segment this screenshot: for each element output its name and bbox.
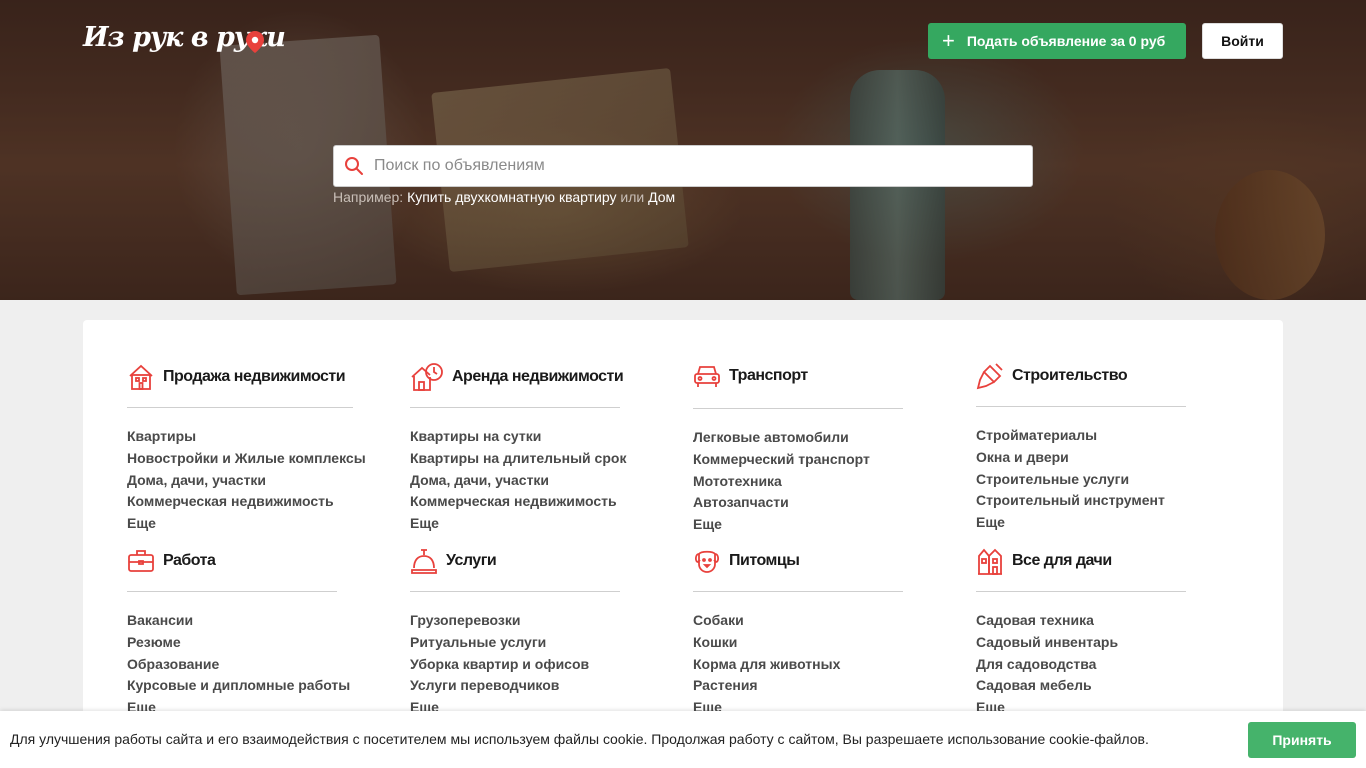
bell-service-icon [411,549,437,574]
category-link[interactable]: Садовый инвентарь [976,632,1216,654]
country-house-icon [978,548,1002,575]
category-real-estate-rent: Аренда недвижимости Квартиры на сутки Кв… [410,361,650,535]
category-link[interactable]: Автозапчасти [693,492,933,514]
divider [127,591,337,592]
category-link[interactable]: Коммерческая недвижимость [410,491,650,513]
location-pin-icon[interactable] [246,31,264,53]
category-link[interactable]: Образование [127,654,367,676]
category-link[interactable]: Уборка квартир и офисов [410,654,650,676]
category-link[interactable]: Дома, дачи, участки [410,470,650,492]
category-link[interactable]: Резюме [127,632,367,654]
category-link[interactable]: Строительный инструмент [976,490,1216,512]
category-services: Услуги Грузоперевозки Ритуальные услуги … [410,545,650,719]
category-link[interactable]: Корма для животных [693,654,933,676]
divider [127,407,353,408]
example-link-apartment[interactable]: Купить двухкомнатную квартиру [407,189,616,205]
search-icon [334,156,374,176]
briefcase-icon [128,550,154,572]
category-title[interactable]: Все для дачи [1012,552,1112,570]
category-dacha: Все для дачи Садовая техника Садовый инв… [976,545,1216,719]
category-link[interactable]: Квартиры на сутки [410,426,650,448]
category-link[interactable]: Вакансии [127,610,367,632]
category-work: Работа Вакансии Резюме Образование Курсо… [127,545,367,719]
category-link[interactable]: Мототехника [693,471,933,493]
rent-house-icon [411,363,443,391]
category-link[interactable]: Собаки [693,610,933,632]
category-title[interactable]: Транспорт [729,367,808,385]
more-link[interactable]: Еще [693,514,933,536]
example-link-house[interactable]: Дом [648,189,675,205]
plus-icon: + [942,28,955,53]
category-link[interactable]: Садовая техника [976,610,1216,632]
category-link[interactable]: Квартиры на длительный срок [410,448,650,470]
divider [410,591,620,592]
category-link[interactable]: Грузоперевозки [410,610,650,632]
category-link[interactable]: Услуги переводчиков [410,675,650,697]
category-title[interactable]: Услуги [446,552,497,570]
category-link[interactable]: Садовая мебель [976,675,1216,697]
category-link[interactable]: Квартиры [127,426,367,448]
search-example: Например: Купить двухкомнатную квартиру … [333,189,676,205]
category-link[interactable]: Новостройки и Жилые комплексы [127,448,367,470]
login-button[interactable]: Войти [1202,23,1283,59]
category-link[interactable]: Стройматериалы [976,425,1216,447]
category-construction: Строительство Стройматериалы Окна и двер… [976,360,1216,534]
categories-card: Продажа недвижимости Квартиры Новостройк… [83,320,1283,768]
search-box[interactable] [333,145,1033,187]
category-title[interactable]: Строительство [1012,367,1128,385]
post-ad-button[interactable]: + Подать объявление за 0 руб [928,23,1186,59]
category-link[interactable]: Коммерческая недвижимость [127,491,367,513]
category-link[interactable]: Для садоводства [976,654,1216,676]
more-link[interactable]: Еще [127,513,367,535]
category-link[interactable]: Окна и двери [976,447,1216,469]
post-ad-label: Подать объявление за 0 руб [966,33,1166,49]
category-title[interactable]: Продажа недвижимости [163,368,346,386]
divider [410,407,620,408]
paintbrush-icon [976,363,1003,390]
category-link[interactable]: Курсовые и дипломные работы [127,675,367,697]
search-input[interactable] [374,157,1032,175]
cookie-text: Для улучшения работы сайта и его взаимод… [10,731,1149,747]
accept-cookies-button[interactable]: Принять [1248,722,1356,758]
category-link[interactable]: Строительные услуги [976,469,1216,491]
more-link[interactable]: Еще [976,512,1216,534]
category-real-estate-sale: Продажа недвижимости Квартиры Новостройк… [127,361,367,535]
category-title[interactable]: Аренда недвижимости [452,368,624,386]
category-pets: Питомцы Собаки Кошки Корма для животных … [693,545,933,719]
divider [976,406,1186,407]
divider [976,591,1186,592]
category-transport: Транспорт Легковые автомобили Коммерческ… [693,360,933,536]
category-link[interactable]: Дома, дачи, участки [127,470,367,492]
hero-banner: Из рук в руки + Подать объявление за 0 р… [0,0,1366,300]
category-title[interactable]: Работа [163,552,216,570]
dog-icon [694,550,720,573]
category-title[interactable]: Питомцы [729,552,800,570]
more-link[interactable]: Еще [410,513,650,535]
category-link[interactable]: Ритуальные услуги [410,632,650,654]
category-link[interactable]: Растения [693,675,933,697]
category-link[interactable]: Легковые автомобили [693,427,933,449]
category-link[interactable]: Коммерческий транспорт [693,449,933,471]
cookie-banner: Для улучшения работы сайта и его взаимод… [0,711,1366,768]
divider [693,408,903,409]
house-icon [129,364,153,390]
divider [693,591,903,592]
car-icon [694,366,720,387]
category-link[interactable]: Кошки [693,632,933,654]
